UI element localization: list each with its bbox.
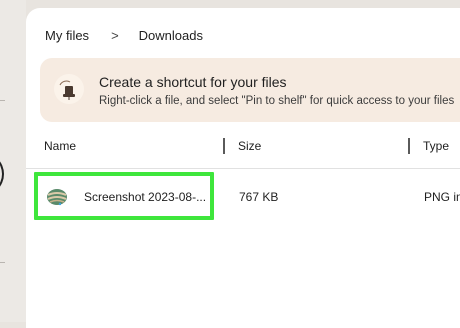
image-thumbnail-icon (46, 188, 68, 206)
column-header-name[interactable]: Name (44, 139, 76, 155)
file-row[interactable]: Screenshot 2023-08-... 767 KB PNG im (26, 169, 460, 223)
left-rail (0, 0, 26, 322)
column-divider[interactable] (408, 138, 410, 154)
column-header-size[interactable]: Size (238, 139, 261, 155)
breadcrumb-current[interactable]: Downloads (139, 28, 203, 43)
pin-illustration-icon (54, 74, 84, 104)
shortcut-banner: Create a shortcut for your files Right-c… (40, 58, 460, 122)
file-size: 767 KB (239, 190, 279, 204)
column-divider[interactable] (223, 138, 225, 154)
banner-description: Right-click a file, and select "Pin to s… (99, 95, 455, 107)
file-type: PNG im (424, 190, 460, 204)
banner-title: Create a shortcut for your files (99, 74, 287, 90)
files-panel: My files > Downloads Create a shortcut f… (26, 8, 460, 328)
rail-button[interactable] (0, 152, 4, 196)
file-name[interactable]: Screenshot 2023-08-... (84, 190, 206, 204)
breadcrumb-separator: > (111, 27, 119, 43)
column-header-type[interactable]: Type (423, 139, 449, 155)
rail-divider (0, 262, 5, 263)
rail-divider (0, 100, 5, 101)
breadcrumb-root[interactable]: My files (45, 28, 89, 43)
breadcrumb: My files > Downloads (45, 25, 203, 45)
